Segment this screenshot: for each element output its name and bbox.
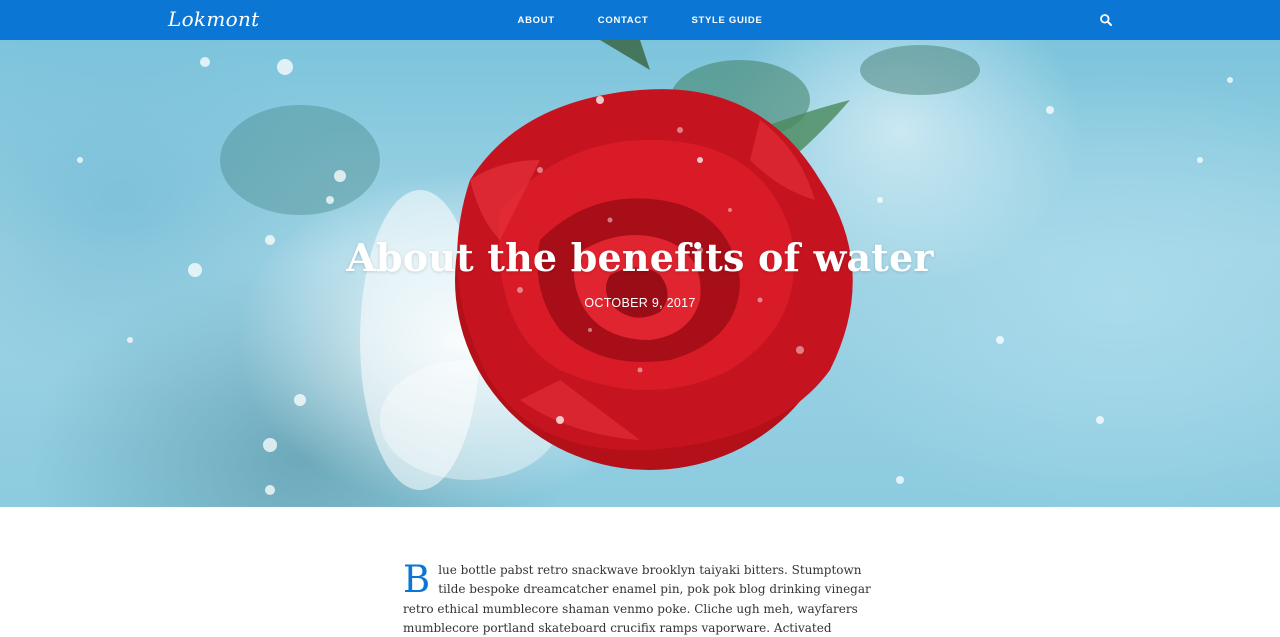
top-navigation-bar: Lokmont ABOUT CONTACT STYLE GUIDE [0, 0, 1280, 40]
nav-link-contact[interactable]: CONTACT [598, 15, 649, 26]
hero-section: About the benefits of water OCTOBER 9, 2… [0, 40, 1280, 507]
post-title: About the benefits of water [346, 235, 934, 280]
drop-cap: B [403, 558, 431, 601]
main-nav: ABOUT CONTACT STYLE GUIDE [0, 0, 1280, 40]
post-date: OCTOBER 9, 2017 [584, 296, 696, 310]
search-icon[interactable] [1099, 13, 1113, 27]
nav-link-style-guide[interactable]: STYLE GUIDE [691, 15, 762, 26]
nav-link-about[interactable]: ABOUT [518, 15, 555, 26]
post-paragraph: lue bottle pabst retro snackwave brookly… [403, 563, 871, 635]
post-body: B lue bottle pabst retro snackwave brook… [403, 561, 878, 637]
